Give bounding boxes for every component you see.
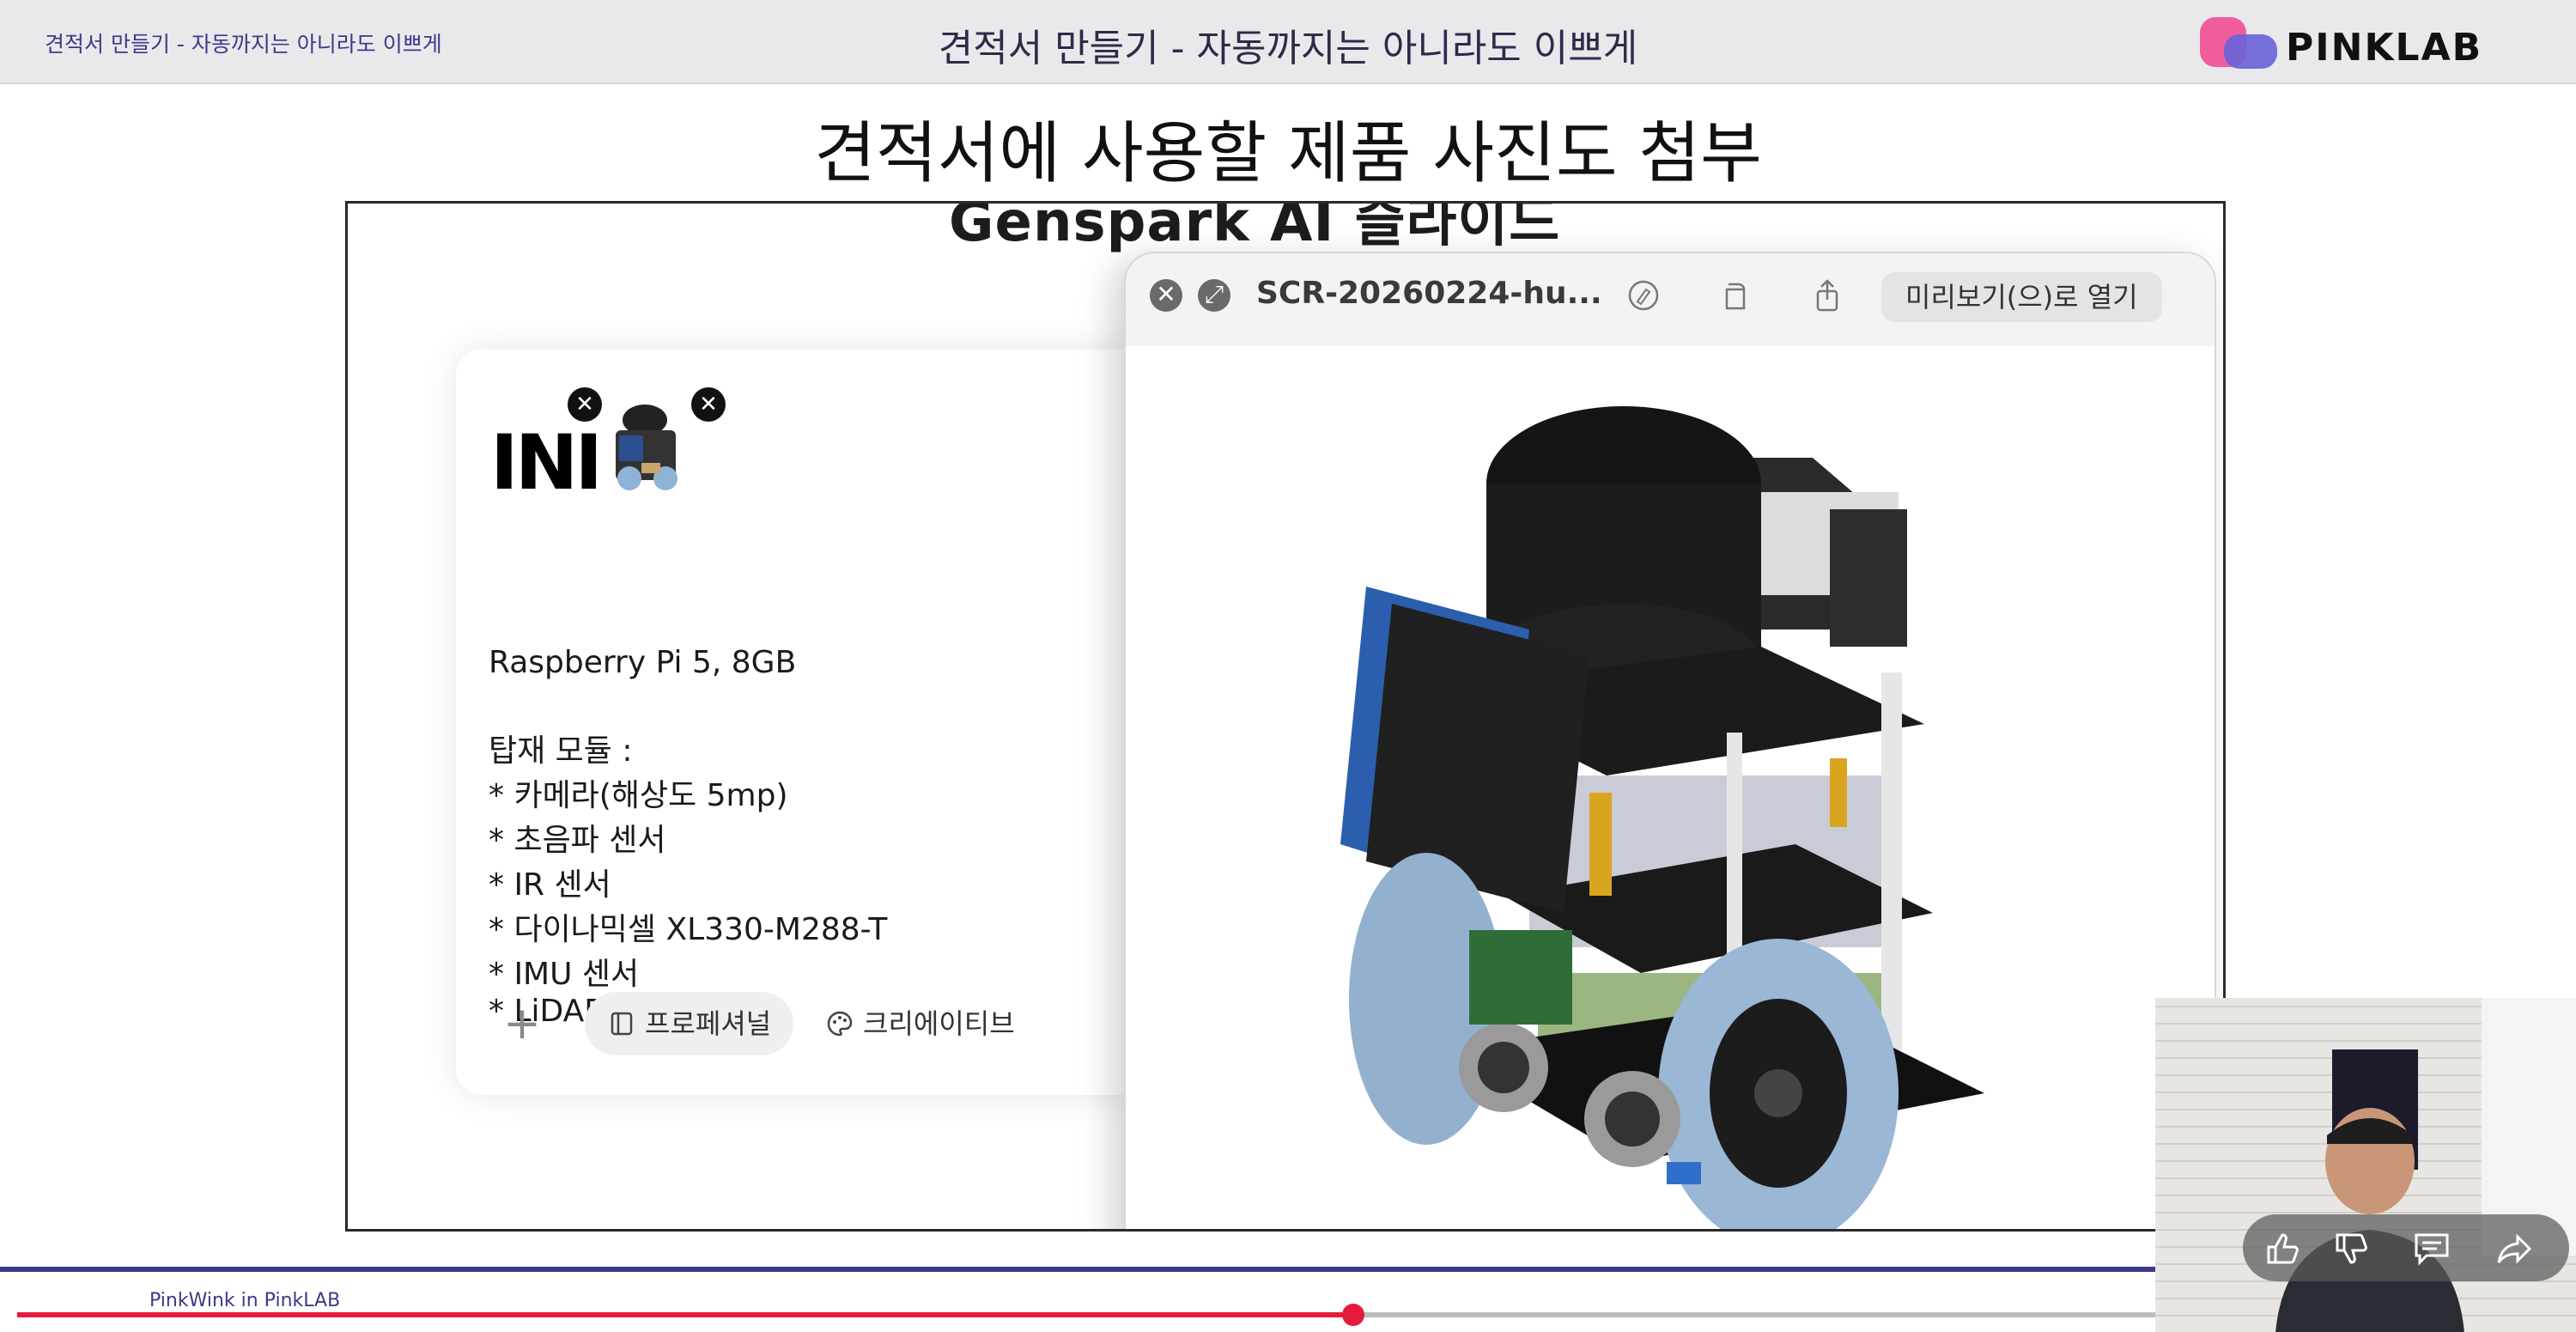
professional-mode-button[interactable]: 프로페셔널 — [585, 992, 794, 1055]
pinklab-logo: PINKLAB — [2198, 15, 2490, 72]
channel-footer-text: PinkWink in PinkLAB — [149, 1290, 341, 1311]
video-action-bar — [2243, 1214, 2569, 1281]
presenter-webcam — [2155, 998, 2576, 1332]
remove-logo-attachment-icon[interactable]: ✕ — [568, 387, 602, 422]
module-item: * IR 센서 — [489, 867, 611, 903]
share-arrow-icon[interactable] — [2494, 1228, 2535, 1269]
video-progress-fill — [17, 1312, 1353, 1317]
open-in-preview-button[interactable]: 미리보기(으)로 열기 — [1881, 272, 2162, 322]
module-item: * 카메라(해상도 5mp) — [489, 778, 788, 813]
plus-icon: + — [503, 998, 541, 1049]
professional-mode-label: 프로페셔널 — [645, 1007, 772, 1040]
quicklook-window: ✕ ⤢ SCR-20260224-hu... 미리보기(으)로 열기 — [1124, 252, 2216, 1229]
prompt-input-card: INI ✕ ✕ Raspberry Pi 5, 8GB 탑재 모듈 : * 카메… — [456, 350, 1251, 1095]
top-header: 견적서 만들기 - 자동까지는 아니라도 이쁘게 견적서 만들기 - 자동까지는… — [0, 0, 2576, 84]
share-icon[interactable] — [1807, 276, 1847, 315]
product-line: Raspberry Pi 5, 8GB — [489, 645, 797, 680]
module-item: * 다이나믹셀 XL330-M288-T — [489, 912, 888, 947]
quicklook-filename: SCR-20260224-hu... — [1256, 276, 1602, 311]
close-window-icon[interactable]: ✕ — [1150, 279, 1182, 312]
attachment-robot-thumbnail[interactable] — [604, 396, 686, 499]
palette-icon — [827, 1011, 853, 1037]
thumbs-down-icon[interactable] — [2330, 1228, 2372, 1269]
remove-robot-attachment-icon[interactable]: ✕ — [691, 387, 726, 422]
video-progress-scrubber[interactable] — [1342, 1304, 1364, 1326]
thumbs-up-icon[interactable] — [2262, 1228, 2303, 1269]
add-attachment-button[interactable]: + — [499, 1001, 545, 1049]
creative-mode-button[interactable]: 크리에이티브 — [803, 992, 1037, 1055]
rotate-icon[interactable] — [1716, 276, 1756, 315]
module-item: * 초음파 센서 — [489, 823, 666, 858]
screenshot-frame: Genspark AI 슬라이드 INI ✕ ✕ Raspberry Pi 5,… — [345, 201, 2226, 1232]
pinklab-logo-mark — [2200, 17, 2277, 69]
modules-header: 탑재 모듈 : — [489, 733, 633, 769]
slide-title: 견적서에 사용할 제품 사진도 첨부 — [814, 115, 1762, 192]
attachment-logo-thumbnail[interactable]: INI — [490, 418, 603, 507]
creative-mode-label: 크리에이티브 — [863, 1007, 1015, 1040]
fullscreen-icon[interactable]: ⤢ — [1198, 279, 1230, 312]
module-item: * IMU 센서 — [489, 957, 640, 992]
pinklab-logo-text: PINKLAB — [2286, 26, 2483, 70]
quicklook-toolbar: ✕ ⤢ SCR-20260224-hu... 미리보기(으)로 열기 — [1126, 253, 2215, 346]
comment-icon[interactable] — [2411, 1228, 2452, 1269]
cut-off-heading: Genspark AI 슬라이드 — [949, 201, 1561, 254]
header-center-title: 견적서 만들기 - 자동까지는 아니라도 이쁘게 — [938, 27, 1638, 70]
robot-product-image — [1340, 406, 1984, 1229]
book-icon — [611, 1012, 633, 1036]
markup-icon[interactable] — [1624, 276, 1663, 315]
